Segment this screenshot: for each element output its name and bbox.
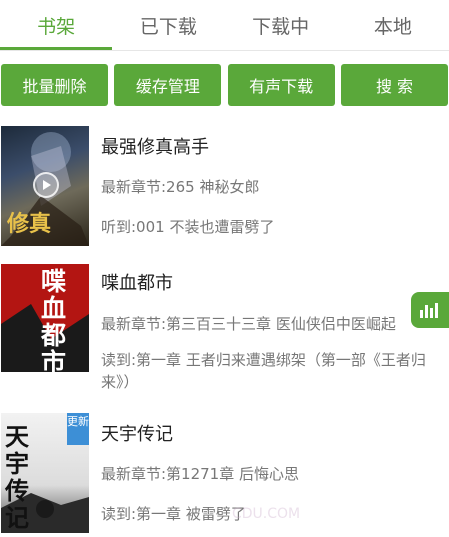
book-item[interactable]: 喋血都市 喋血都市 最新章节:第三百三十三章 医仙侠侣中医崛起 读到:第一章 王…: [0, 264, 449, 396]
watermark: CDU.COM: [232, 506, 301, 522]
tab-bar: 书架 已下载 下载中 本地: [0, 0, 449, 50]
book-cover[interactable]: 修真: [1, 126, 89, 246]
book-cover[interactable]: 喋血都市: [1, 264, 89, 384]
book-cover[interactable]: 天宇传记 更新: [1, 413, 89, 533]
toolbar: 批量删除 缓存管理 有声下载 搜 索: [0, 64, 449, 106]
search-button[interactable]: 搜 索: [340, 64, 448, 106]
cache-manage-button[interactable]: 缓存管理: [114, 64, 222, 106]
latest-chapter: 最新章节:第三百三十三章 医仙侠侣中医崛起: [101, 315, 396, 333]
tab-downloaded[interactable]: 已下载: [112, 0, 224, 50]
latest-chapter: 最新章节:第1271章 后悔心思: [101, 465, 299, 483]
book-info: 喋血都市 最新章节:第三百三十三章 医仙侠侣中医崛起 读到:第一章 王者归来遭遇…: [101, 264, 445, 393]
book-title: 喋血都市: [101, 273, 173, 294]
equalizer-tab[interactable]: [411, 292, 449, 328]
book-item[interactable]: 天宇传记 更新 天宇传记 最新章节:第1271章 后悔心思 读到:第一章 被雷劈…: [0, 413, 449, 537]
play-icon[interactable]: [33, 172, 59, 198]
cover-title: 修真: [7, 211, 52, 237]
cover-title: 天宇传记: [5, 422, 29, 532]
tab-downloading[interactable]: 下载中: [225, 0, 337, 50]
tab-bookshelf[interactable]: 书架: [0, 0, 113, 50]
divider: [0, 50, 449, 51]
book-info: 最强修真高手 最新章节:265 神秘女郎 听到:001 不装也遭雷劈了: [101, 126, 445, 238]
update-badge: 更新: [67, 413, 89, 445]
batch-delete-button[interactable]: 批量删除: [1, 64, 108, 106]
equalizer-icon: [420, 303, 438, 318]
latest-chapter: 最新章节:265 神秘女郎: [101, 178, 260, 196]
book-title: 天宇传记: [101, 424, 173, 445]
book-title: 最强修真高手: [101, 137, 209, 158]
tab-local[interactable]: 本地: [337, 0, 449, 50]
book-item[interactable]: 修真 最强修真高手 最新章节:265 神秘女郎 听到:001 不装也遭雷劈了: [0, 126, 449, 254]
cover-title: 喋血都市: [41, 267, 67, 377]
read-progress: 读到:第一章 王者归来遭遇绑架（第一部《王者归来》）: [101, 351, 426, 391]
read-progress: 听到:001 不装也遭雷劈了: [101, 218, 275, 236]
audio-download-button[interactable]: 有声下载: [227, 64, 335, 106]
